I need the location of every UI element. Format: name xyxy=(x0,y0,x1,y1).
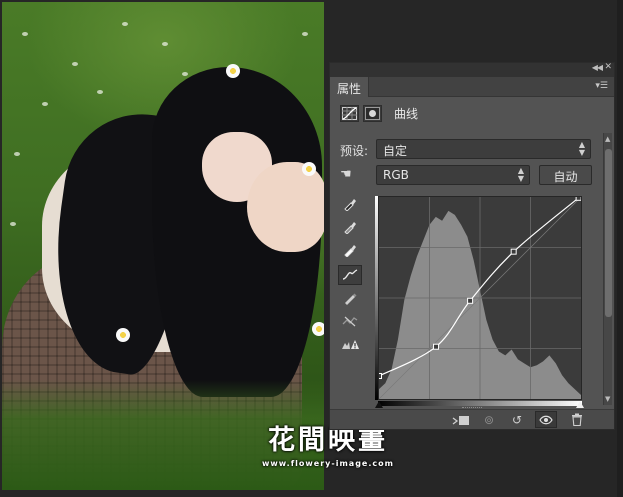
scroll-thumb[interactable] xyxy=(605,149,612,317)
white-input-slider[interactable] xyxy=(576,401,584,408)
edit-points-curve-icon[interactable] xyxy=(338,265,362,285)
watermark-url: www.flowery-image.com xyxy=(262,459,394,468)
panel-scrollbar[interactable]: ▲ ▼ xyxy=(603,133,612,405)
auto-button[interactable]: 自动 xyxy=(539,165,592,185)
draw-curve-pencil-icon[interactable] xyxy=(338,288,362,308)
clip-to-layer-icon[interactable] xyxy=(450,411,472,428)
preset-select[interactable]: 自定 ▲ ▼ xyxy=(376,139,591,159)
sample-gray-point-eyedropper-icon[interactable] xyxy=(338,217,362,237)
adjustment-header: 曲线 xyxy=(340,103,418,123)
curves-svg[interactable] xyxy=(376,194,582,400)
daisy-flower xyxy=(116,328,130,342)
channel-select[interactable]: RGB ▲ ▼ xyxy=(376,165,530,185)
daisy-flower xyxy=(302,162,316,176)
input-gradient-bar xyxy=(378,401,582,406)
photo-canvas xyxy=(2,2,324,490)
preset-row: 预设: 自定 ▲ ▼ xyxy=(340,139,592,161)
panel-title-strip[interactable]: ◀◀ ✕ xyxy=(330,62,614,77)
scroll-up-icon[interactable]: ▲ xyxy=(605,135,610,143)
sample-black-point-eyedropper-icon[interactable] xyxy=(338,194,362,214)
trash-icon[interactable] xyxy=(566,411,588,428)
sample-white-point-eyedropper-icon[interactable] xyxy=(338,240,362,260)
select-arrows-icon: ▲ ▼ xyxy=(578,140,585,157)
layer-mask-icon[interactable] xyxy=(363,104,382,122)
black-input-slider[interactable] xyxy=(375,401,383,408)
on-image-adjust-icon[interactable]: ☚ xyxy=(340,167,362,185)
select-arrows-icon: ▲ ▼ xyxy=(517,166,524,183)
hands xyxy=(247,162,324,252)
collapse-panel-icon[interactable]: ◀◀ xyxy=(592,63,603,72)
preset-label: 预设: xyxy=(340,144,369,158)
channel-select-value: RGB xyxy=(383,168,409,182)
curve-control-point[interactable] xyxy=(467,297,474,304)
curves-adjustment-icon[interactable] xyxy=(340,104,359,122)
scroll-down-icon[interactable]: ▼ xyxy=(605,395,610,403)
clipping-warning-icon[interactable] xyxy=(338,334,362,354)
tab-properties[interactable]: 属性 xyxy=(330,77,370,97)
reset-icon[interactable]: ↺ xyxy=(506,411,528,428)
curve-control-point[interactable] xyxy=(575,194,582,201)
curve-tools xyxy=(338,194,362,357)
adjustment-title: 曲线 xyxy=(394,106,419,121)
app-edge xyxy=(617,0,623,497)
curve-control-point[interactable] xyxy=(510,248,517,255)
close-panel-icon[interactable]: ✕ xyxy=(604,62,612,72)
daisy-flower xyxy=(312,322,324,336)
curve-control-point[interactable] xyxy=(433,343,440,350)
properties-panel: ◀◀ ✕ 属性 ▾☰ 曲线 预设: 自定 ▲ ▼ ☚ RGB ▲ ▼ 自动 ▲ … xyxy=(329,62,615,430)
curves-graph[interactable] xyxy=(376,194,582,400)
panel-tabbar: 属性 ▾☰ xyxy=(330,77,614,97)
smooth-curve-icon[interactable] xyxy=(338,311,362,331)
hair-flower xyxy=(226,64,240,78)
curve-control-point[interactable] xyxy=(376,373,382,380)
view-previous-state-icon[interactable]: ⊚ xyxy=(478,411,500,428)
panel-menu-icon[interactable]: ▾☰ xyxy=(595,81,608,91)
preset-select-value: 自定 xyxy=(383,144,408,158)
visibility-eye-icon[interactable] xyxy=(535,411,557,428)
panel-footer: ⊚ ↺ xyxy=(330,409,614,429)
